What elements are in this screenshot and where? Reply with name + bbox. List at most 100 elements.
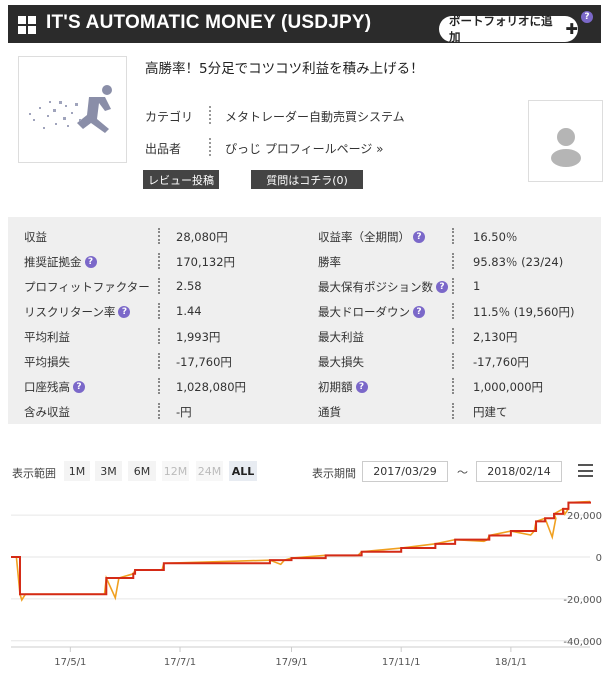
- period-separator: ～: [457, 466, 468, 479]
- stat-label-text: 収益: [24, 230, 47, 244]
- divider: [452, 353, 454, 369]
- x-tick-label: 18/1/1: [495, 657, 527, 668]
- stat-value: 11.5％ (19,560円): [473, 305, 575, 319]
- stat-label: 収益率（全期間）?: [318, 229, 425, 245]
- y-tick-label: 20,000: [567, 511, 602, 522]
- range-label: 表示範囲: [12, 467, 56, 480]
- help-icon[interactable]: ?: [84, 256, 97, 268]
- stat-value: -円: [176, 405, 192, 419]
- period-label: 表示期間: [312, 467, 356, 480]
- stat-label-text: 通貨: [318, 405, 341, 419]
- y-tick-label: 0: [596, 553, 602, 564]
- divider: [158, 303, 160, 319]
- seller-row: 出品者 ぴっじ プロフィールページ »: [145, 138, 384, 157]
- add-to-portfolio-button[interactable]: ポートフォリオに追加 ✚: [439, 14, 578, 44]
- stat-label-text: 勝率: [318, 255, 341, 269]
- divider: [452, 228, 454, 244]
- x-tick-label: 17/11/1: [382, 657, 421, 668]
- stat-label: 平均利益: [24, 329, 70, 345]
- divider: [452, 403, 454, 419]
- stat-value: 2.58: [176, 279, 202, 293]
- divider: [158, 353, 160, 369]
- divider: [158, 403, 160, 419]
- stat-label-text: 推奨証拠金: [24, 255, 82, 269]
- divider: [158, 278, 160, 294]
- range-button-1m[interactable]: 1M: [64, 461, 90, 481]
- help-icon[interactable]: ?: [355, 381, 368, 393]
- stat-label-text: 最大利益: [318, 330, 364, 344]
- stat-value: 1.44: [176, 304, 202, 318]
- help-icon[interactable]: ?: [413, 231, 425, 243]
- stat-label: 勝率: [318, 254, 341, 270]
- start-date-input[interactable]: 2017/03/29: [362, 461, 448, 482]
- stat-label: 初期額?: [318, 379, 368, 395]
- plus-icon: ✚: [565, 19, 578, 38]
- stat-label-text: 平均損失: [24, 355, 70, 369]
- y-tick-label: -20,000: [563, 595, 602, 606]
- user-silhouette: [551, 128, 581, 167]
- stat-label: 推奨証拠金?: [24, 254, 97, 270]
- stat-value: 28,080円: [176, 230, 228, 244]
- review-button[interactable]: レビュー投稿: [143, 170, 219, 189]
- stat-label-text: プロフィットファクター: [24, 280, 150, 294]
- range-button-3m[interactable]: 3M: [95, 461, 122, 481]
- divider: [452, 278, 454, 294]
- divider: [158, 253, 160, 269]
- question-button[interactable]: 質問はコチラ(0): [251, 170, 363, 189]
- chart-menu-icon[interactable]: [578, 464, 593, 477]
- running-figure-image: [29, 85, 112, 133]
- range-button-24m: 24M: [196, 461, 223, 481]
- stat-label: プロフィットファクター: [24, 279, 150, 295]
- help-icon[interactable]: ?: [436, 281, 448, 293]
- balance-chart: 17/5/1 17/7/1 17/9/1 17/11/1 18/1/1 20,000 0 -2…: [11, 500, 602, 668]
- divider: [209, 138, 211, 156]
- x-tick-label: 17/9/1: [275, 657, 307, 668]
- end-date-input[interactable]: 2018/02/14: [476, 461, 562, 482]
- page-title: IT'S AUTOMATIC MONEY (USDJPY): [46, 12, 372, 33]
- help-icon[interactable]: ?: [73, 381, 85, 393]
- stat-value: -17,760円: [473, 355, 529, 369]
- stat-value: 円建て: [473, 405, 508, 419]
- x-tick-label: 17/5/1: [54, 657, 86, 668]
- stat-label: 最大利益: [318, 329, 364, 345]
- stat-value: 1,000,000円: [473, 380, 544, 394]
- range-button-all[interactable]: ALL: [229, 461, 257, 481]
- divider: [452, 328, 454, 344]
- divider: [158, 228, 160, 244]
- divider: [158, 378, 160, 394]
- category-row: カテゴリ メタトレーダー自動売買システム: [145, 106, 405, 125]
- stat-label: 平均損失: [24, 354, 70, 370]
- help-icon[interactable]: ?: [581, 11, 593, 23]
- stat-label: 最大損失: [318, 354, 364, 370]
- help-icon[interactable]: ?: [118, 306, 131, 318]
- y-tick-label: -40,000: [563, 637, 602, 648]
- seller-profile-link[interactable]: ぴっじ プロフィールページ »: [225, 140, 384, 157]
- system-headline: 高勝率！5分足でコツコツ利益を積み上げる！: [145, 61, 424, 77]
- stat-label-text: 含み収益: [24, 405, 70, 419]
- divider: [452, 303, 454, 319]
- stat-value: 1,028,080円: [176, 380, 247, 394]
- stat-value: 2,130円: [473, 330, 518, 344]
- stat-label: 最大保有ポジション数?: [318, 279, 448, 295]
- stat-label: 最大ドローダウン?: [318, 304, 425, 320]
- stat-label: 収益: [24, 229, 47, 245]
- divider: [452, 253, 454, 269]
- grid-menu-icon: [18, 16, 36, 34]
- stat-value: -17,760円: [176, 355, 232, 369]
- equity-line: [11, 500, 591, 602]
- stat-label-text: リスクリターン率: [24, 305, 116, 319]
- seller-avatar: [528, 100, 603, 182]
- stat-value: 170,132円: [176, 255, 236, 269]
- stat-label: 口座残高?: [24, 379, 85, 395]
- stat-label-text: 最大ドローダウン: [318, 305, 410, 319]
- stat-value: 95.83％ (23/24): [473, 255, 564, 269]
- stat-label-text: 最大損失: [318, 355, 364, 369]
- divider: [158, 328, 160, 344]
- stat-label: 通貨: [318, 404, 341, 420]
- stat-value: 16.50％: [473, 230, 518, 244]
- stat-label-text: 平均利益: [24, 330, 70, 344]
- help-icon[interactable]: ?: [413, 306, 425, 318]
- range-button-6m[interactable]: 6M: [128, 461, 156, 481]
- divider: [209, 106, 211, 124]
- title-bar: IT'S AUTOMATIC MONEY (USDJPY) ポートフォリオに追加…: [8, 5, 601, 44]
